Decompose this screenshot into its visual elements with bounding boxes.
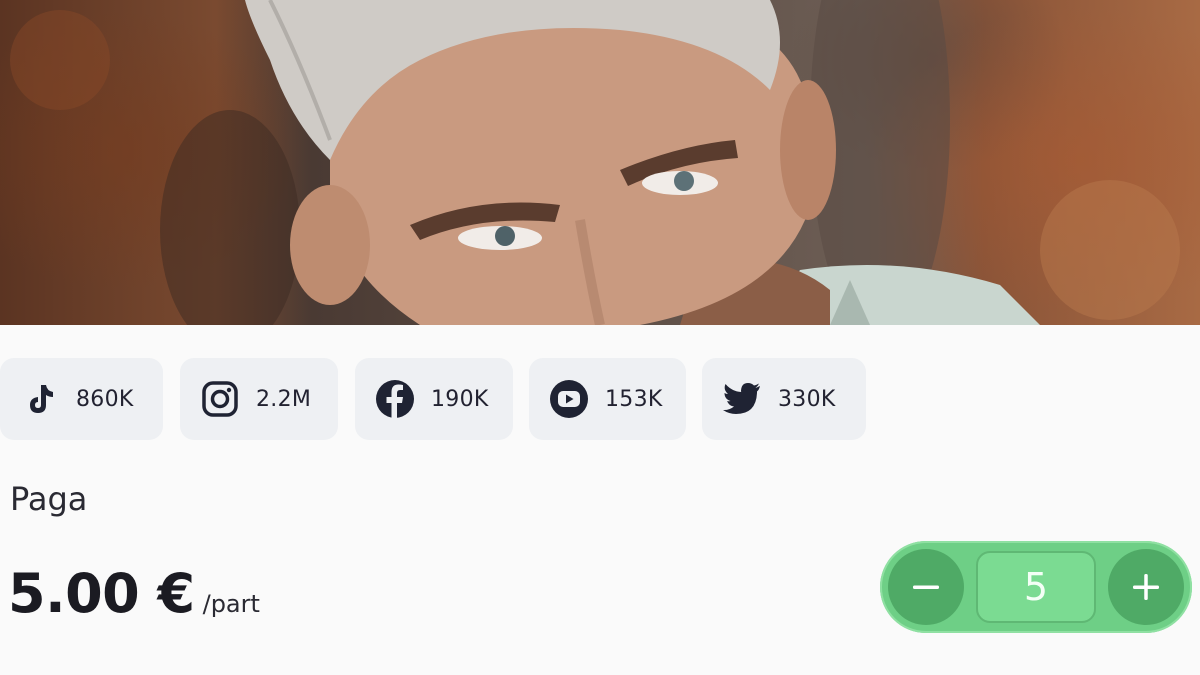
price-unit: /part	[202, 590, 260, 618]
tiktok-count: 860K	[76, 386, 134, 412]
price-row: 5.00 € /part	[8, 562, 260, 625]
tiktok-icon	[20, 379, 60, 419]
increment-button[interactable]	[1108, 549, 1184, 625]
youtube-count: 153K	[605, 386, 663, 412]
instagram-icon	[200, 379, 240, 419]
twitter-count: 330K	[778, 386, 836, 412]
quantity-stepper	[880, 541, 1192, 633]
minus-icon	[913, 585, 939, 589]
price-amount: 5.00 €	[8, 562, 195, 625]
facebook-icon	[375, 379, 415, 419]
social-chip-youtube[interactable]: 153K	[529, 358, 686, 440]
social-chip-tiktok[interactable]: 860K	[0, 358, 163, 440]
social-chip-facebook[interactable]: 190K	[355, 358, 513, 440]
facebook-count: 190K	[431, 386, 489, 412]
quantity-input[interactable]	[976, 551, 1096, 623]
pay-label: Paga	[10, 480, 88, 518]
decrement-button[interactable]	[888, 549, 964, 625]
instagram-count: 2.2M	[256, 386, 312, 412]
youtube-icon	[549, 379, 589, 419]
social-chip-instagram[interactable]: 2.2M	[180, 358, 338, 440]
plus-icon	[1133, 574, 1159, 600]
profile-photo-illustration	[10, 0, 1180, 325]
social-chip-twitter[interactable]: 330K	[702, 358, 866, 440]
profile-photo	[0, 0, 1200, 325]
twitter-icon	[722, 379, 762, 419]
